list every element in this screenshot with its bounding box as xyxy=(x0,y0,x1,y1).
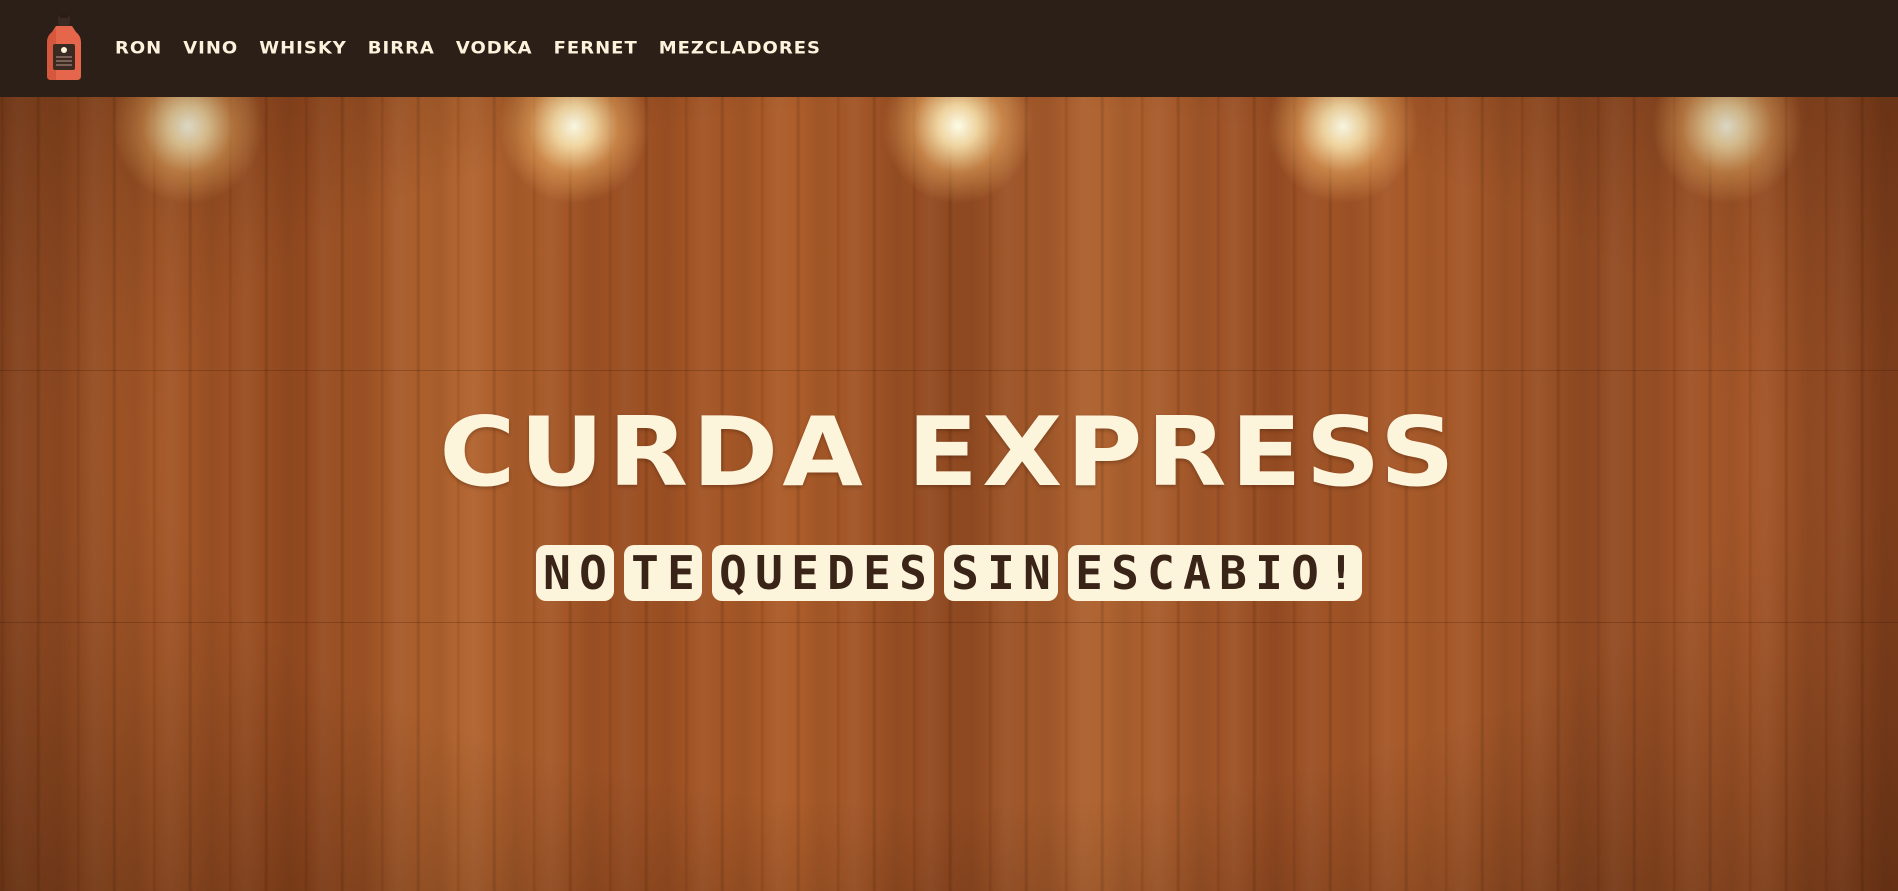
tagline-letter: I xyxy=(1255,546,1283,600)
tagline-letter: I xyxy=(987,546,1015,600)
tagline-letter: N xyxy=(543,546,571,600)
tagline-word: E S C A B I O! xyxy=(1068,545,1362,601)
nav-item-ron[interactable]: RON xyxy=(115,39,162,58)
tagline-letter: B xyxy=(1219,546,1247,600)
hero-tagline: N O T E Q U E D E S S I N E S C A B I O! xyxy=(0,545,1898,601)
spotlight xyxy=(1243,97,1443,287)
tagline-letter: S xyxy=(1111,546,1139,600)
tagline-word: NO xyxy=(536,545,614,601)
tagline-letter: E xyxy=(1075,546,1103,600)
tagline-word: TE xyxy=(624,545,702,601)
nav-item-vodka[interactable]: VODKA xyxy=(456,39,533,58)
spotlight xyxy=(1627,97,1827,287)
wood-seam xyxy=(0,370,1898,371)
tagline-word: SIN xyxy=(944,545,1058,601)
tagline-letter: E xyxy=(863,546,891,600)
tagline-letter: O xyxy=(579,546,607,600)
tagline-letter: ! xyxy=(1327,546,1355,600)
nav-item-vino[interactable]: VINO xyxy=(183,39,238,58)
tagline-letter: O xyxy=(1291,546,1319,600)
nav-item-birra[interactable]: BIRRA xyxy=(368,39,435,58)
nav-item-whisky[interactable]: WHISKY xyxy=(259,39,347,58)
spotlight xyxy=(474,97,674,287)
tagline-letter: S xyxy=(951,546,979,600)
tagline-letter: D xyxy=(827,546,855,600)
hero-banner: CURDA EXPRESS N O T E Q U E D E S S I N E S C A B I O! xyxy=(0,97,1898,891)
nav-item-mezcladores[interactable]: MEZCLADORES xyxy=(659,39,821,58)
tagline-letter: T xyxy=(631,546,659,600)
wood-seam xyxy=(0,622,1898,623)
tagline-letter: E xyxy=(667,546,695,600)
tagline-word: QUEDES xyxy=(712,545,934,601)
tagline-letter: A xyxy=(1183,546,1211,600)
tagline-letter: U xyxy=(755,546,783,600)
tagline-letter: C xyxy=(1147,546,1175,600)
tagline-letter: S xyxy=(899,546,927,600)
nav-links: RON VINO WHISKY BIRRA VODKA FERNET MEZCL… xyxy=(115,0,842,97)
top-navbar: RON VINO WHISKY BIRRA VODKA FERNET MEZCL… xyxy=(0,0,1898,97)
hero-title: CURDA EXPRESS xyxy=(439,395,1459,509)
nav-item-fernet[interactable]: FERNET xyxy=(554,39,638,58)
liquor-bottle-icon[interactable] xyxy=(43,14,85,82)
tagline-letter: Q xyxy=(719,546,747,600)
spotlight xyxy=(88,97,288,287)
tagline-letter: N xyxy=(1023,546,1051,600)
tagline-letter: E xyxy=(791,546,819,600)
spotlight xyxy=(858,97,1058,287)
